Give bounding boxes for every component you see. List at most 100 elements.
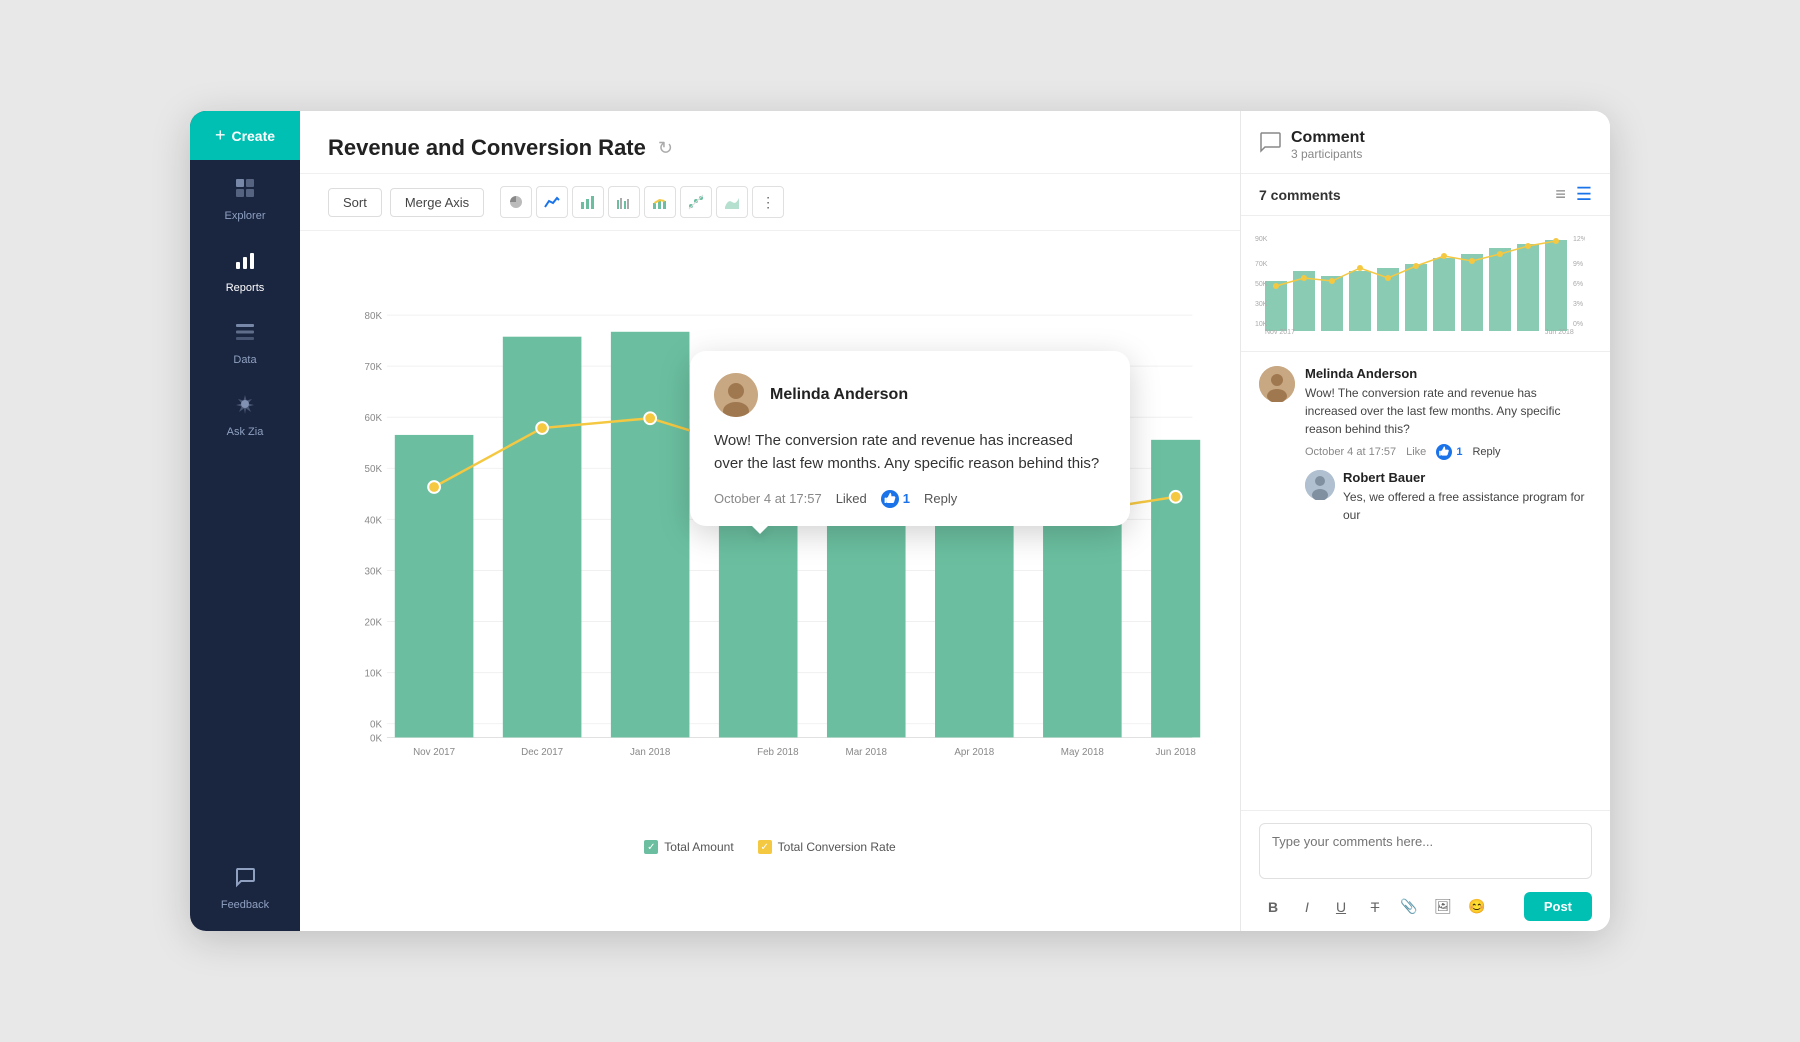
svg-text:0%: 0% [1573,321,1583,328]
reply-body: Robert Bauer Yes, we offered a free assi… [1343,470,1592,524]
sidebar-item-data[interactable]: Data [190,304,300,376]
reply-author: Robert Bauer [1343,470,1592,485]
comment-input[interactable] [1259,823,1592,879]
mini-chart: Nov 2017 Jun 2018 12% 9% 6% 3% 0% 90K 70… [1241,216,1610,352]
comments-filter-icon[interactable]: ≡ [1555,184,1566,205]
popup-time: October 4 at 17:57 [714,491,822,506]
grouped-bar-icon[interactable] [608,186,640,218]
svg-text:70K: 70K [365,362,383,373]
bold-button[interactable]: B [1259,893,1287,921]
sidebar-item-reports[interactable]: Reports [190,232,300,304]
line-chart-icon[interactable] [536,186,568,218]
data-icon [233,320,257,348]
svg-text:0K: 0K [370,720,382,731]
comment-reply-button[interactable]: Reply [1472,446,1500,458]
popup-body: Wow! The conversion rate and revenue has… [714,429,1106,476]
chart-svg: 0K 0K 10K 20K 30K 40K 50K 60K 70K 80K [328,251,1212,831]
reply-text: Yes, we offered a free assistance progra… [1343,488,1592,524]
comment-panel-icon [1259,131,1281,159]
attachment-button[interactable]: 📎 [1395,893,1423,921]
chart-legend: ✓ Total Amount ✓ Total Conversion Rate [328,840,1212,862]
plus-icon: + [215,125,226,146]
popup-reply[interactable]: Reply [924,491,957,506]
svg-text:50K: 50K [1255,281,1268,288]
svg-text:Nov 2017: Nov 2017 [1265,329,1295,336]
ask-zia-icon [233,392,257,420]
comments-sort-icon[interactable]: ☰ [1576,184,1592,205]
image-button[interactable]: 🖼 [1429,893,1457,921]
sidebar-label-data: Data [233,354,256,366]
underline-button[interactable]: U [1327,893,1355,921]
create-button[interactable]: + Create [190,111,300,160]
page-title: Revenue and Conversion Rate [328,135,646,161]
svg-text:70K: 70K [1255,261,1268,268]
sidebar-label-feedback: Feedback [221,899,269,911]
chart-type-icons: ⋮ [500,186,784,218]
legend-line-label: Total Conversion Rate [778,840,896,854]
legend-line: ✓ Total Conversion Rate [758,840,896,854]
sidebar-label-explorer: Explorer [225,210,266,222]
svg-text:6%: 6% [1573,281,1583,288]
chart-area: 0K 0K 10K 20K 30K 40K 50K 60K 70K 80K [300,231,1240,931]
comment-author: Melinda Anderson [1305,366,1592,381]
svg-text:10K: 10K [365,669,383,680]
post-button[interactable]: Post [1524,892,1592,921]
svg-text:Jan 2018: Jan 2018 [630,747,671,758]
toolbar: Sort Merge Axis [300,174,1240,231]
svg-text:40K: 40K [365,515,383,526]
comments-list: Melinda Anderson Wow! The conversion rat… [1241,352,1610,810]
panel-title: Comment [1291,129,1592,147]
legend-line-check: ✓ [758,840,772,854]
svg-text:30K: 30K [1255,301,1268,308]
reports-icon [233,248,257,276]
italic-button[interactable]: I [1293,893,1321,921]
merge-axis-button[interactable]: Merge Axis [390,188,484,217]
sidebar-item-ask-zia[interactable]: Ask Zia [190,376,300,448]
comment-text: Wow! The conversion rate and revenue has… [1305,384,1592,438]
popup-footer: October 4 at 17:57 Liked 1 Reply [714,490,1106,508]
panel-header-text: Comment 3 participants [1291,129,1592,161]
sort-button[interactable]: Sort [328,188,382,217]
panel-comments-bar: 7 comments ≡ ☰ [1241,174,1610,216]
svg-text:60K: 60K [365,413,383,424]
sidebar-item-feedback[interactable]: Feedback [190,849,300,931]
grid-chart-icon[interactable] [680,186,712,218]
svg-text:10K: 10K [1255,321,1268,328]
popup-liked[interactable]: Liked [836,491,867,506]
sidebar-label-reports: Reports [226,282,265,294]
legend-bar-check: ✓ [644,840,658,854]
popup-like-button[interactable]: 1 [881,490,910,508]
explorer-icon [233,176,257,204]
comment-toolbar: B I U T 📎 🖼 😊 Post [1259,892,1592,921]
more-options-button[interactable]: ⋮ [752,186,784,218]
comment-like-button[interactable]: Like [1406,446,1426,458]
comments-count: 7 comments [1259,187,1341,203]
pie-chart-icon[interactable] [500,186,532,218]
svg-text:Mar 2018: Mar 2018 [846,747,888,758]
svg-text:3%: 3% [1573,301,1583,308]
comment-like-count-btn[interactable]: 1 [1436,444,1462,460]
svg-text:Dec 2017: Dec 2017 [521,747,563,758]
area-chart-icon[interactable] [716,186,748,218]
popup-like-count: 1 [903,491,910,506]
panel-bar-icons: ≡ ☰ [1555,184,1592,205]
popup-header: Melinda Anderson [714,373,1106,417]
refresh-icon[interactable]: ↻ [658,138,673,159]
svg-text:30K: 30K [365,566,383,577]
sidebar-item-explorer[interactable]: Explorer [190,160,300,232]
emoji-button[interactable]: 😊 [1463,893,1491,921]
combo-chart-icon[interactable] [644,186,676,218]
svg-text:Nov 2017: Nov 2017 [413,747,455,758]
comment-like-number: 1 [1456,446,1462,458]
comment-popup: Melinda Anderson Wow! The conversion rat… [690,351,1130,526]
comment-panel: Comment 3 participants 7 comments ≡ ☰ [1240,111,1610,931]
reply-item: Robert Bauer Yes, we offered a free assi… [1305,470,1592,524]
comment-meta: October 4 at 17:57 Like 1 Reply [1305,444,1592,460]
bar-chart-icon[interactable] [572,186,604,218]
comment-avatar [1259,366,1295,402]
strikethrough-button[interactable]: T [1361,893,1389,921]
svg-text:Jun 2018: Jun 2018 [1545,329,1574,336]
svg-text:0K: 0K [370,733,382,744]
svg-text:Apr 2018: Apr 2018 [954,747,994,758]
sidebar-label-ask-zia: Ask Zia [227,426,264,438]
